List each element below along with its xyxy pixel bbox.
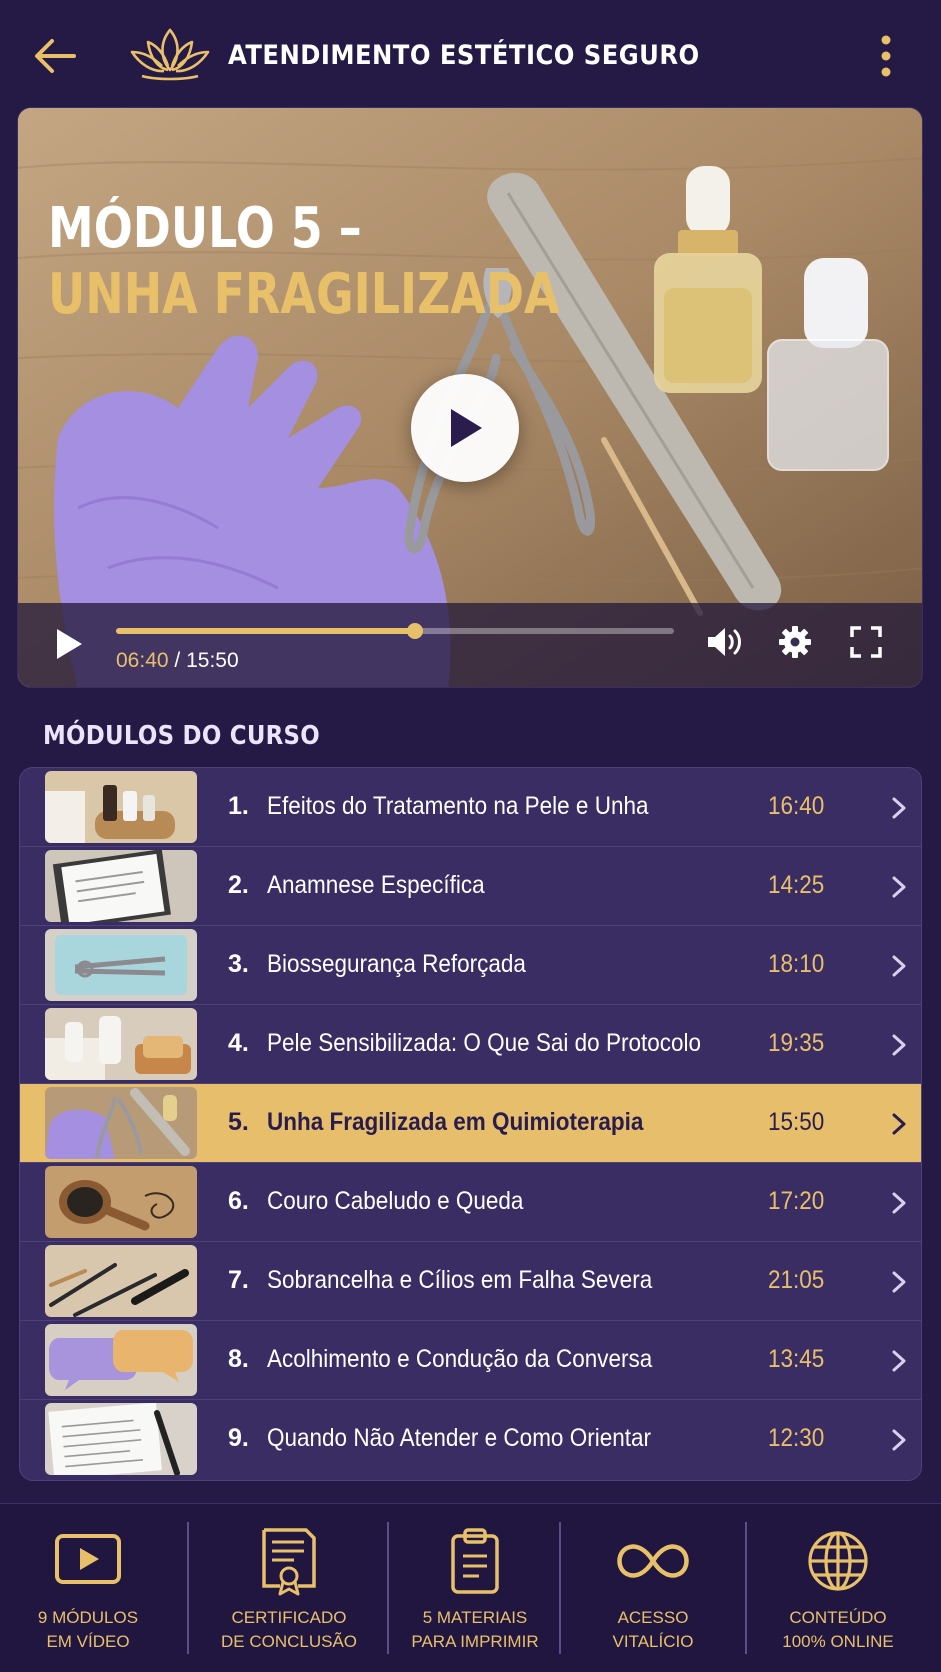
gear-icon[interactable] — [778, 625, 812, 659]
module-duration: 12:30 — [768, 1424, 825, 1452]
module-thumbnail-image — [45, 1245, 197, 1317]
module-number: 2. — [228, 871, 249, 899]
chevron-right-icon — [892, 1192, 906, 1214]
module-list: 1. Efeitos do Tratamento na Pele e Unha 16… — [19, 767, 922, 1481]
chevron-right-icon — [892, 1034, 906, 1056]
progress-knob[interactable] — [407, 623, 424, 639]
module-number: 3. — [228, 950, 249, 978]
module-duration: 18:10 — [768, 950, 825, 978]
feature-lifetime-access: ACESSO VITALÍCIO — [562, 1504, 744, 1672]
feature-label: ACESSO VITALÍCIO — [612, 1608, 694, 1651]
module-title: Unha Fragilizada em Quimioterapia — [267, 1108, 644, 1136]
module-row[interactable]: 7. Sobrancelha e Cílios em Falha Severa 21… — [20, 1242, 921, 1321]
feature-printable-materials: 5 MATERIAIS PARA IMPRIMIR — [390, 1504, 560, 1672]
globe-icon — [808, 1531, 868, 1591]
video-title: MÓDULO 5 – UNHA FRAGILIZADA — [48, 196, 560, 328]
module-row[interactable]: 2. Anamnese Específica 14:25 — [20, 847, 921, 926]
module-duration: 15:50 — [768, 1108, 825, 1136]
module-title: Anamnese Específica — [267, 871, 485, 899]
feature-video-modules: 9 MÓDULOS EM VÍDEO — [0, 1504, 176, 1672]
certificate-icon — [262, 1528, 316, 1596]
chevron-right-icon — [892, 797, 906, 819]
video-title-line-1: MÓDULO 5 – — [48, 196, 362, 261]
feature-label: CONTEÚDO 100% ONLINE — [782, 1608, 894, 1651]
time-separator: / — [174, 649, 181, 672]
module-title: Sobrancelha e Cílios em Falha Severa — [267, 1266, 653, 1294]
modules-section-title: MÓDULOS DO CURSO — [43, 721, 321, 751]
chevron-right-icon — [892, 876, 906, 898]
progress-bar[interactable] — [116, 623, 674, 639]
module-thumbnail-image — [45, 1166, 197, 1238]
chevron-right-icon — [892, 1113, 906, 1135]
module-number: 7. — [228, 1266, 249, 1294]
play-icon — [451, 409, 482, 447]
module-thumbnail-image — [45, 850, 197, 922]
feature-label: 5 MATERIAIS PARA IMPRIMIR — [411, 1608, 539, 1651]
module-duration: 19:35 — [768, 1029, 825, 1057]
module-thumbnail-image — [45, 929, 197, 1001]
module-thumbnail-image — [45, 1324, 197, 1396]
module-duration: 17:20 — [768, 1187, 825, 1215]
module-row[interactable]: 9. Quando Não Atender e Como Orientar 12:3… — [20, 1400, 921, 1479]
module-title: Acolhimento e Condução da Conversa — [267, 1345, 653, 1373]
module-thumbnail-image — [45, 771, 197, 843]
module-duration: 21:05 — [768, 1266, 825, 1294]
module-row[interactable]: 4. Pele Sensibilizada: O Que Sai do Proto… — [20, 1005, 921, 1084]
module-number: 1. — [228, 792, 249, 820]
more-vertical-icon[interactable] — [874, 34, 898, 78]
features-bar: 9 MÓDULOS EM VÍDEO CERTIFICADO DE CONCLU… — [0, 1503, 941, 1672]
divider — [187, 1522, 189, 1654]
module-duration: 13:45 — [768, 1345, 825, 1373]
chevron-right-icon — [892, 955, 906, 977]
video-controls: 06:40 / 15:50 — [18, 603, 922, 687]
time-readout: 06:40 / 15:50 — [116, 649, 239, 673]
module-thumbnail-image — [45, 1403, 197, 1475]
module-title: Biossegurança Reforçada — [267, 950, 526, 978]
module-title: Efeitos do Tratamento na Pele e Unha — [267, 792, 649, 820]
divider — [745, 1522, 747, 1654]
big-play-button[interactable] — [411, 374, 519, 482]
module-row[interactable]: 1. Efeitos do Tratamento na Pele e Unha 16… — [20, 768, 921, 847]
module-number: 8. — [228, 1345, 249, 1373]
volume-icon[interactable] — [706, 625, 744, 659]
module-number: 6. — [228, 1187, 249, 1215]
infinity-icon — [617, 1544, 689, 1578]
module-thumbnail-image — [45, 1087, 197, 1159]
module-title: Quando Não Atender e Como Orientar — [267, 1424, 651, 1452]
module-title: Pele Sensibilizada: O Que Sai do Protoco… — [267, 1029, 702, 1057]
fullscreen-icon[interactable] — [850, 626, 882, 658]
chevron-right-icon — [892, 1271, 906, 1293]
arrow-left-icon[interactable] — [32, 36, 78, 76]
module-number: 4. — [228, 1029, 249, 1057]
module-number: 9. — [228, 1424, 249, 1452]
feature-label: 9 MÓDULOS EM VÍDEO — [37, 1608, 139, 1651]
lotus-icon — [130, 28, 210, 81]
chevron-right-icon — [892, 1350, 906, 1372]
module-thumbnail-image — [45, 1008, 197, 1080]
progress-fill — [116, 628, 416, 634]
module-duration: 16:40 — [768, 792, 825, 820]
video-player[interactable]: MÓDULO 5 – UNHA FRAGILIZADA 06:40 / 15:5… — [17, 107, 923, 688]
total-time: 15:50 — [186, 649, 239, 672]
video-title-line-2: UNHA FRAGILIZADA — [48, 262, 560, 327]
current-time: 06:40 — [116, 649, 169, 672]
module-row[interactable]: 8. Acolhimento e Condução da Conversa 13:4… — [20, 1321, 921, 1400]
module-title: Couro Cabeludo e Queda — [267, 1187, 524, 1215]
app-header: ATENDIMENTO ESTÉTICO SEGURO — [0, 0, 941, 108]
divider — [559, 1522, 561, 1654]
module-row[interactable]: 3. Biossegurança Reforçada 18:10 — [20, 926, 921, 1005]
module-duration: 14:25 — [768, 871, 825, 899]
app-title: ATENDIMENTO ESTÉTICO SEGURO — [228, 40, 700, 71]
clipboard-icon — [451, 1528, 499, 1594]
feature-online-content: CONTEÚDO 100% ONLINE — [748, 1504, 928, 1672]
module-number: 5. — [228, 1108, 249, 1136]
feature-certificate: CERTIFICADO DE CONCLUSÃO — [190, 1504, 388, 1672]
chevron-right-icon — [892, 1429, 906, 1451]
play-icon[interactable] — [54, 627, 84, 661]
module-row[interactable]: 5. Unha Fragilizada em Quimioterapia 15:50 — [20, 1084, 921, 1163]
feature-label: CERTIFICADO DE CONCLUSÃO — [220, 1608, 358, 1651]
module-row[interactable]: 6. Couro Cabeludo e Queda 17:20 — [20, 1163, 921, 1242]
video-play-icon — [55, 1534, 121, 1584]
divider — [387, 1522, 389, 1654]
